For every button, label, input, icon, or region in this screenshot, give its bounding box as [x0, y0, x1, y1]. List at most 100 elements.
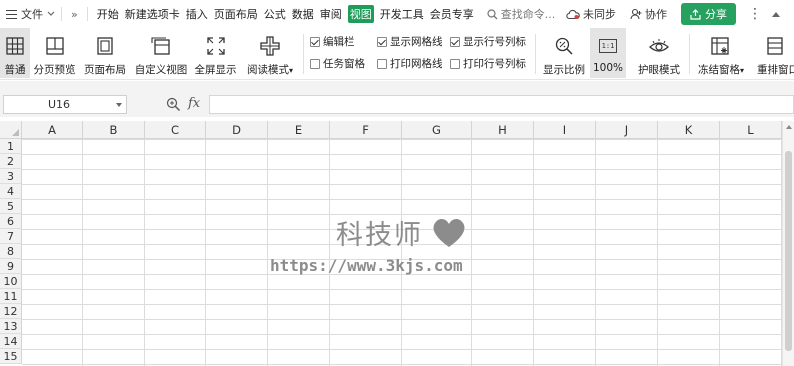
column-header-k[interactable]: K — [658, 121, 720, 139]
row-header-4[interactable]: 4 — [0, 184, 22, 199]
column-header-f[interactable]: F — [330, 121, 402, 139]
tab-member[interactable]: 会员专享 — [430, 6, 474, 22]
row-header-1[interactable]: 1 — [0, 139, 22, 154]
ribbon-spacer — [0, 81, 794, 93]
watermark-url: https://www.3kjs.com — [270, 256, 463, 275]
row-header-5[interactable]: 5 — [0, 199, 22, 214]
sync-status-button[interactable]: 未同步 — [566, 6, 616, 22]
tab-review[interactable]: 审阅 — [320, 6, 342, 22]
command-search-label: 查找命令... — [500, 8, 556, 21]
tab-formulas[interactable]: 公式 — [264, 6, 286, 22]
select-all-button[interactable] — [0, 121, 22, 139]
zoom-button[interactable]: 显示比例 — [540, 28, 588, 78]
column-header-h[interactable]: H — [472, 121, 534, 139]
row-header-10[interactable]: 10 — [0, 274, 22, 289]
page-layout-view-button[interactable]: 页面布局 — [81, 28, 129, 78]
collapse-ribbon-icon[interactable] — [772, 11, 780, 17]
row-header-12[interactable]: 12 — [0, 304, 22, 319]
column-header-b[interactable]: B — [83, 121, 145, 139]
column-header-j[interactable]: J — [596, 121, 658, 139]
row-header-6[interactable]: 6 — [0, 214, 22, 229]
column-gridline — [205, 139, 206, 366]
column-header-i[interactable]: I — [534, 121, 596, 139]
vertical-scrollbar[interactable] — [782, 121, 794, 366]
watermark-text: 科技师 — [336, 220, 423, 251]
column-header-c[interactable]: C — [145, 121, 206, 139]
freeze-panes-button[interactable]: 冻结窗格▾ — [693, 28, 749, 78]
file-menu[interactable]: 文件 — [0, 6, 55, 22]
reading-mode-icon — [260, 36, 280, 56]
tab-page-layout[interactable]: 页面布局 — [214, 6, 258, 22]
column-header-l[interactable]: L — [720, 121, 782, 139]
command-search[interactable]: 查找命令... — [487, 6, 556, 22]
zoom-100-icon: 1:1 — [599, 39, 617, 53]
more-tabs-button[interactable]: » — [71, 8, 78, 21]
tab-insert[interactable]: 插入 — [186, 6, 208, 22]
row-header-9[interactable]: 9 — [0, 259, 22, 274]
chevron-down-icon[interactable] — [116, 103, 122, 107]
rearrange-windows-button[interactable]: 重排窗口 — [753, 28, 794, 78]
row-header-3[interactable]: 3 — [0, 169, 22, 184]
rearrange-windows-icon — [767, 37, 783, 55]
custom-view-label: 自定义视图 — [134, 64, 188, 76]
formula-input[interactable] — [209, 95, 794, 114]
share-button[interactable]: 分享 — [681, 3, 736, 25]
menu-divider — [61, 7, 62, 21]
cloud-icon — [566, 9, 580, 19]
collaborate-button[interactable]: 协作 — [630, 6, 667, 22]
reading-mode-button[interactable]: 阅读模式▾ — [243, 28, 297, 78]
more-options-icon[interactable]: ⋮ — [748, 6, 762, 22]
zoom-100-button[interactable]: 1:1 100% — [590, 28, 626, 78]
scroll-up-icon[interactable] — [786, 125, 792, 129]
page-break-preview-button[interactable]: 分页预览 — [31, 28, 78, 78]
task-pane-checkbox[interactable]: 任务窗格 — [310, 56, 365, 71]
scroll-thumb[interactable] — [785, 151, 792, 351]
print-headings-checkbox[interactable]: 打印行号列标 — [450, 56, 526, 71]
column-header-a[interactable]: A — [22, 121, 83, 139]
normal-view-label: 普通 — [4, 64, 26, 76]
zoom-label: 显示比例 — [543, 64, 585, 76]
grid-view-icon — [6, 37, 24, 55]
column-header-g[interactable]: G — [402, 121, 472, 139]
tab-view[interactable]: 视图 — [347, 5, 374, 23]
chevron-down-icon: ▾ — [739, 66, 744, 75]
row-header-11[interactable]: 11 — [0, 289, 22, 304]
collaborate-label: 协作 — [645, 8, 667, 21]
page-break-preview-label: 分页预览 — [33, 64, 76, 76]
row-header-14[interactable]: 14 — [0, 334, 22, 349]
row-header-8[interactable]: 8 — [0, 244, 22, 259]
row-header-2[interactable]: 2 — [0, 154, 22, 169]
name-box[interactable]: U16 — [3, 95, 127, 114]
page-layout-icon — [97, 37, 113, 55]
cell-area[interactable] — [22, 139, 782, 366]
freeze-panes-label: 冻结窗格▾ — [697, 64, 744, 76]
row-header-13[interactable]: 13 — [0, 319, 22, 334]
checkbox-unchecked — [377, 58, 387, 69]
custom-view-button[interactable]: 自定义视图 — [132, 28, 190, 78]
column-header-d[interactable]: D — [206, 121, 268, 139]
formula-bar-checkbox[interactable]: 编辑栏 — [310, 34, 355, 49]
show-gridlines-checkbox[interactable]: 显示网格线 — [377, 34, 443, 49]
eye-icon — [649, 39, 669, 52]
chevron-down-icon — [47, 11, 55, 16]
row-header-15[interactable]: 15 — [0, 349, 22, 364]
formula-bar: U16 fx — [0, 93, 794, 117]
fullscreen-button[interactable]: 全屏显示 — [192, 28, 239, 78]
column-header-e[interactable]: E — [268, 121, 330, 139]
fullscreen-label: 全屏显示 — [194, 64, 237, 76]
zoom-formula-button[interactable] — [166, 97, 181, 115]
normal-view-button[interactable]: 普通 — [0, 28, 30, 78]
eye-care-button[interactable]: 护眼模式 — [634, 28, 684, 78]
checkbox-unchecked — [310, 58, 320, 69]
print-gridlines-checkbox[interactable]: 打印网格线 — [377, 56, 443, 71]
reading-mode-label: 阅读模式▾ — [246, 64, 293, 76]
show-headings-label: 显示行号列标 — [463, 36, 526, 48]
show-headings-checkbox[interactable]: 显示行号列标 — [450, 34, 526, 49]
tab-home[interactable]: 开始 — [97, 6, 119, 22]
tab-new-tab[interactable]: 新建选项卡 — [125, 6, 180, 22]
tab-data[interactable]: 数据 — [292, 6, 314, 22]
column-gridline — [401, 139, 402, 366]
row-header-7[interactable]: 7 — [0, 229, 22, 244]
tab-developer[interactable]: 开发工具 — [380, 6, 424, 22]
insert-function-button[interactable]: fx — [188, 96, 200, 111]
